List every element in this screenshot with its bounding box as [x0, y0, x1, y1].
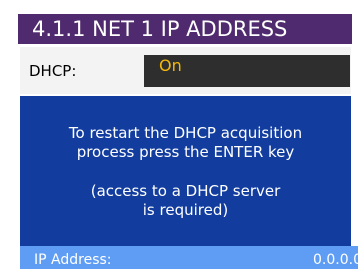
- restart-message-line1: To restart the DHCP acquisition: [68, 124, 303, 142]
- ip-address-label: IP Address:: [34, 252, 112, 268]
- info-panel: To restart the DHCP acquisition process …: [20, 96, 351, 246]
- page-title-bar: 4.1.1 NET 1 IP ADDRESS: [18, 14, 352, 44]
- dhcp-setting-row[interactable]: DHCP: On: [20, 47, 351, 94]
- requirement-note-line2: is required): [142, 201, 229, 219]
- ip-address-bar: IP Address: 0.0.0.0: [20, 246, 358, 269]
- restart-message-line2: process press the ENTER key: [76, 143, 295, 161]
- ip-address-value: 0.0.0.0: [313, 252, 358, 268]
- dhcp-value-field[interactable]: On: [144, 55, 350, 87]
- device-screen: 4.1.1 NET 1 IP ADDRESS DHCP: On To resta…: [0, 0, 358, 269]
- page-title: 4.1.1 NET 1 IP ADDRESS: [32, 17, 288, 41]
- dhcp-value: On: [159, 56, 182, 75]
- dhcp-label: DHCP:: [29, 62, 77, 80]
- requirement-note-line1: (access to a DHCP server: [90, 182, 281, 200]
